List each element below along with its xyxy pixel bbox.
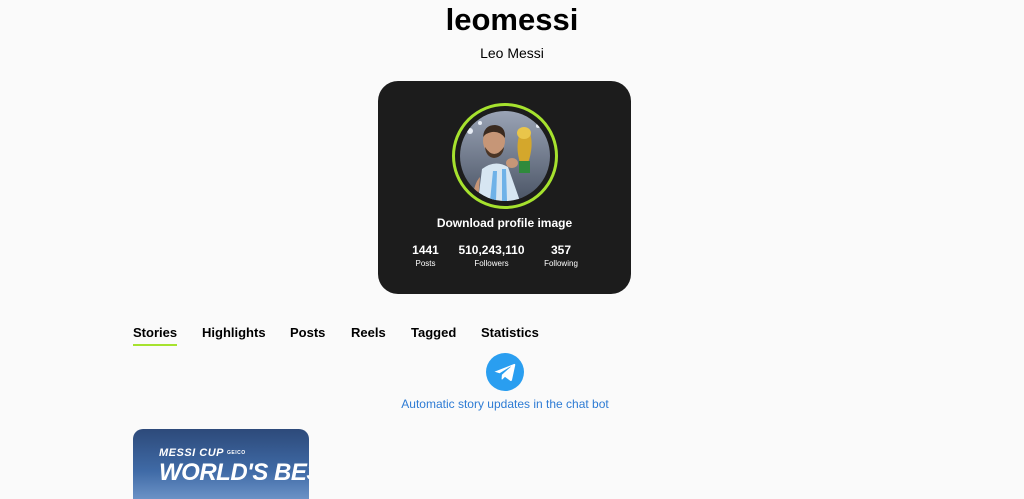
story-card[interactable]: MESSI CUPGEICO WORLD'S BEST [133, 429, 309, 499]
stat-followers: 510,243,110 Followers [452, 243, 531, 270]
tab-stories[interactable]: Stories [133, 325, 178, 346]
chat-bot-link[interactable]: Automatic story updates in the chat bot [0, 397, 1010, 411]
stat-following-label: Following [544, 259, 578, 268]
avatar[interactable] [460, 111, 550, 201]
profile-full-name: Leo Messi [480, 45, 544, 61]
profile-username: leomessi [445, 2, 579, 37]
stat-following-value: 357 [550, 243, 572, 257]
story-headline: WORLD'S BEST [159, 459, 309, 486]
tab-posts[interactable]: Posts [290, 325, 325, 344]
story-title-text: MESSI CUP [159, 447, 225, 459]
story-sponsor: GEICO [227, 450, 246, 457]
story-title: MESSI CUP GEICO [159, 447, 246, 459]
tab-tagged[interactable]: Tagged [411, 325, 456, 344]
tab-highlights[interactable]: Highlights [202, 325, 266, 344]
stat-posts-value: 1441 [412, 243, 439, 257]
avatar-ring [452, 103, 558, 209]
stat-posts-label: Posts [415, 259, 436, 268]
profile-card: Download profile image 1441 Posts 510,24… [378, 81, 631, 294]
download-profile-image-link[interactable]: Download profile image [378, 216, 631, 230]
stat-posts: 1441 Posts [403, 243, 448, 270]
telegram-icon[interactable] [486, 353, 524, 391]
stat-followers-value: 510,243,110 [458, 243, 525, 257]
tab-reels[interactable]: Reels [351, 325, 386, 344]
stat-following: 357 Following [536, 243, 586, 270]
stat-followers-label: Followers [474, 259, 509, 268]
tab-statistics[interactable]: Statistics [481, 325, 539, 344]
